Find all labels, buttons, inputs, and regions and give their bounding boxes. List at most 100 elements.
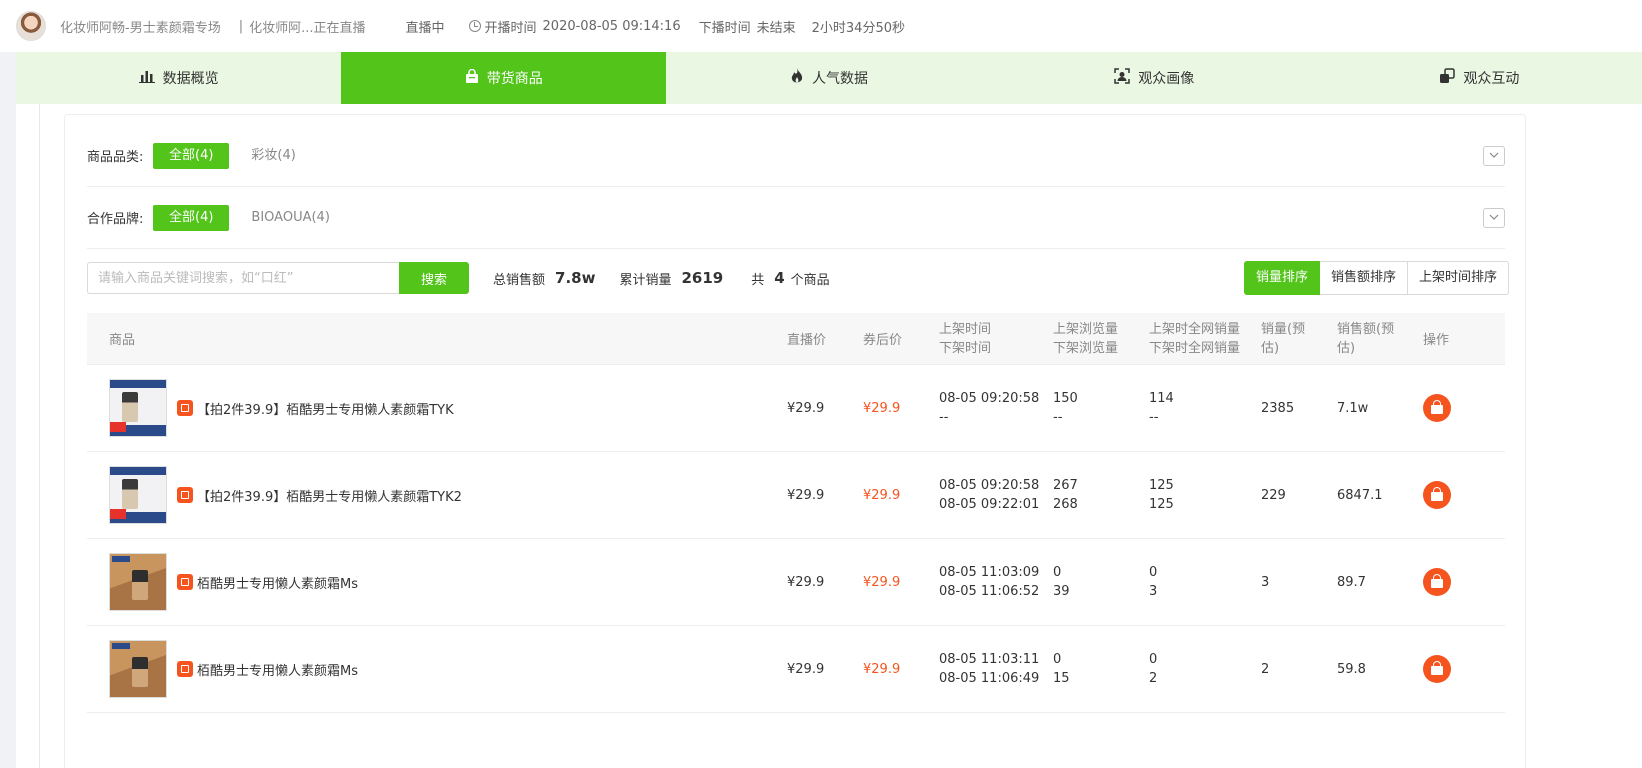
cumulative-volume-label: 累计销量 — [619, 272, 672, 288]
product-search-input[interactable] — [87, 262, 399, 294]
product-cell: 栢酷男士专用懒人素颜霜Ms — [87, 640, 787, 698]
tab-label: 带货商品 — [486, 71, 543, 87]
net-sales: 02 — [1149, 650, 1261, 688]
on-shelf-time: 08-05 09:20:58 — [939, 478, 1040, 493]
table-row[interactable]: 【拍2件39.9】栢酷男士专用懒人素颜霜TYK ¥29.9 ¥29.9 08-05 0… — [87, 365, 1505, 452]
content-area: 商品品类: 全部(4) 彩妆(4) 合作品牌: 全部(4) BIOAOUA(4) — [40, 104, 1642, 768]
on-shelf-views: 267 — [1053, 478, 1078, 493]
header-sales-est: 销量(预 估) — [1261, 320, 1337, 358]
shopping-bag-icon — [465, 68, 479, 88]
product-name[interactable]: 栢酷男士专用懒人素颜霜Ms — [197, 660, 358, 679]
sort-by-volume-button[interactable]: 销量排序 — [1243, 261, 1320, 295]
tab-label: 数据概览 — [162, 71, 219, 87]
off-shelf-net-sales: -- — [1149, 410, 1159, 425]
header-times: 上架时间 下架时间 — [939, 320, 1053, 358]
off-shelf-views: -- — [1053, 410, 1063, 425]
store-icon — [177, 400, 193, 416]
tab-bar: 数据概览 带货商品 人气数据 观众画像 观众互动 — [16, 52, 1642, 104]
store-icon — [177, 574, 193, 590]
anchor-name[interactable]: 化妆师阿畅-男士素颜霜专场 — [60, 17, 221, 36]
search-button[interactable]: 搜索 — [399, 262, 469, 294]
live-price: ¥29.9 — [787, 661, 825, 677]
header-views: 上架浏览量 下架浏览量 — [1053, 320, 1149, 358]
start-time-label: 开播时间 — [484, 20, 537, 36]
product-name[interactable]: 【拍2件39.9】栢酷男士专用懒人素颜霜TYK — [197, 399, 454, 418]
brand-filter: 合作品牌: 全部(4) BIOAOUA(4) — [87, 187, 1505, 249]
product-thumbnail[interactable] — [109, 379, 167, 437]
brand-chip-bioaoua[interactable]: BIOAOUA(4) — [235, 205, 345, 231]
table-row[interactable]: 栢酷男士专用懒人素颜霜Ms ¥29.9 ¥29.9 08-05 11:03:11 08-… — [87, 626, 1505, 713]
coupon-price: ¥29.9 — [863, 661, 901, 677]
left-margin — [0, 52, 16, 768]
shopping-bag-icon[interactable] — [1423, 481, 1451, 509]
table-row[interactable]: 栢酷男士专用懒人素颜霜Ms ¥29.9 ¥29.9 08-05 11:03:09 08-… — [87, 539, 1505, 626]
header-coupon-price: 券后价 — [863, 333, 903, 348]
header-off-net-sales: 下架时全网销量 — [1149, 340, 1241, 356]
shopping-bag-icon[interactable] — [1423, 655, 1451, 683]
net-sales: 114 -- — [1149, 389, 1261, 427]
shopping-bag-icon[interactable] — [1423, 568, 1451, 596]
store-icon — [177, 487, 193, 503]
chevron-down-icon — [1489, 150, 1499, 161]
net-sales: 125 125 — [1149, 476, 1261, 514]
off-shelf-time: 08-05 09:22:01 — [939, 497, 1040, 512]
product-name[interactable]: 【拍2件39.9】栢酷男士专用懒人素颜霜TYK2 — [197, 486, 462, 505]
category-chip-makeup[interactable]: 彩妆(4) — [235, 143, 311, 169]
shopping-bag-icon[interactable] — [1423, 394, 1451, 422]
tab-data-overview[interactable]: 数据概览 — [16, 52, 341, 104]
brand-expand-button[interactable] — [1483, 207, 1505, 228]
category-filter-label: 商品品类: — [87, 150, 144, 165]
product-thumbnail[interactable] — [109, 553, 167, 611]
sort-by-listing-time-button[interactable]: 上架时间排序 — [1407, 261, 1509, 295]
header-off-time: 下架时间 — [939, 340, 992, 356]
operation-cell — [1423, 481, 1483, 509]
sales-estimate: 3 — [1261, 574, 1270, 590]
header-off-views: 下架浏览量 — [1053, 340, 1119, 356]
sort-by-amount-button[interactable]: 销售额排序 — [1319, 261, 1408, 295]
views: 150 -- — [1053, 389, 1149, 427]
tab-audience-interaction[interactable]: 观众互动 — [1317, 52, 1642, 104]
anchor-avatar[interactable] — [16, 11, 46, 41]
off-shelf-net-sales: 125 — [1149, 497, 1174, 512]
tab-popularity[interactable]: 人气数据 — [666, 52, 991, 104]
product-count-value: 4 — [774, 269, 785, 287]
product-thumbnail[interactable] — [109, 466, 167, 524]
tab-label: 观众互动 — [1463, 71, 1520, 87]
table-body: 【拍2件39.9】栢酷男士专用懒人素颜霜TYK ¥29.9 ¥29.9 08-05 0… — [87, 365, 1505, 713]
off-shelf-net-sales: 3 — [1149, 584, 1158, 599]
live-price: ¥29.9 — [787, 574, 825, 590]
live-duration: 2小时34分50秒 — [811, 20, 905, 36]
table-row[interactable]: 【拍2件39.9】栢酷男士专用懒人素颜霜TYK2 ¥29.9 ¥29.9 08-05 … — [87, 452, 1505, 539]
views: 0 39 — [1053, 563, 1149, 601]
product-count-prefix: 共 — [751, 272, 765, 288]
operation-cell — [1423, 568, 1483, 596]
category-chip-all[interactable]: 全部(4) — [153, 142, 230, 169]
coupon-price: ¥29.9 — [863, 574, 901, 590]
header-separator: | — [238, 18, 244, 34]
operation-cell — [1423, 655, 1483, 683]
room-title[interactable]: 化妆师阿...正在直播 — [249, 17, 365, 36]
interaction-icon — [1439, 68, 1456, 88]
header-sales-line2: 估) — [1261, 340, 1280, 356]
on-shelf-views: 0 — [1053, 565, 1062, 580]
product-cell: 栢酷男士专用懒人素颜霜Ms — [87, 553, 787, 611]
header-live-price: 直播价 — [787, 333, 827, 348]
off-shelf-time: 08-05 11:06:52 — [939, 584, 1040, 599]
on-shelf-views: 150 — [1053, 391, 1078, 406]
header-product: 商品 — [109, 333, 136, 348]
amount-estimate: 7.1w — [1337, 400, 1369, 416]
tab-audience-portrait[interactable]: 观众画像 — [992, 52, 1317, 104]
products-card: 商品品类: 全部(4) 彩妆(4) 合作品牌: 全部(4) BIOAOUA(4) — [64, 114, 1526, 768]
search-and-stats-row: 搜索 总销售额 7.8w 累计销量 2619 共 4 个商品 销量排序 销售额排… — [87, 261, 1509, 295]
product-name[interactable]: 栢酷男士专用懒人素颜霜Ms — [197, 573, 358, 592]
category-expand-button[interactable] — [1483, 145, 1505, 166]
amount-estimate: 6847.1 — [1337, 487, 1383, 503]
product-count-suffix: 个商品 — [790, 272, 830, 288]
live-price: ¥29.9 — [787, 487, 825, 503]
on-shelf-time: 08-05 09:20:58 — [939, 391, 1040, 406]
product-thumbnail[interactable] — [109, 640, 167, 698]
views: 0 15 — [1053, 650, 1149, 688]
brand-chip-all[interactable]: 全部(4) — [153, 204, 230, 231]
live-price: ¥29.9 — [787, 400, 825, 416]
tab-products[interactable]: 带货商品 — [341, 52, 667, 104]
